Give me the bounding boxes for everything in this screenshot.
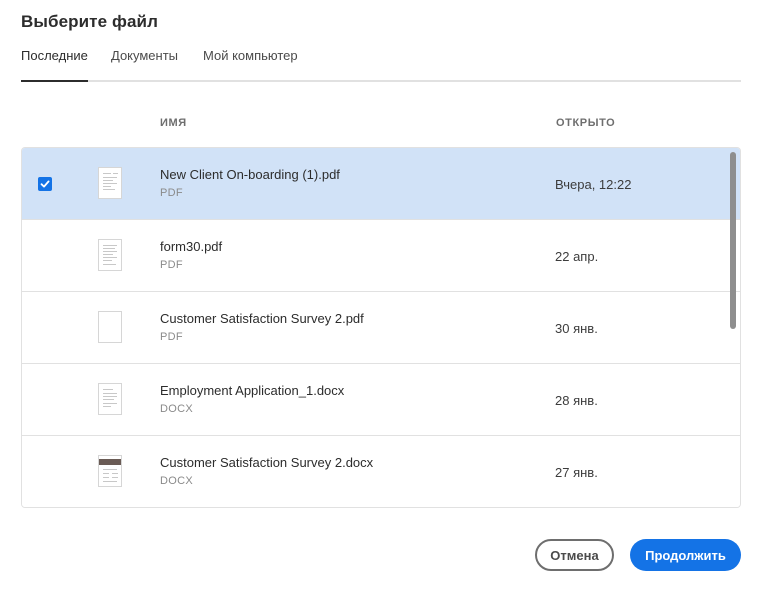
continue-button[interactable]: Продолжить [630,539,741,571]
file-name: form30.pdf [160,239,223,254]
file-row[interactable]: New Client On-boarding (1).pdf PDF Вчера… [22,148,740,220]
file-name: New Client On-boarding (1).pdf [160,167,340,182]
file-name: Customer Satisfaction Survey 2.pdf [160,311,364,326]
document-thumbnail-icon [98,383,122,415]
file-row[interactable]: form30.pdf PDF 22 апр. [22,220,740,292]
document-thumbnail-icon [98,455,122,487]
file-opened-date: Вчера, 12:22 [555,177,632,192]
column-header-name[interactable]: ИМЯ [160,117,187,129]
file-opened-date: 28 янв. [555,393,598,408]
document-thumbnail-icon [98,167,122,199]
document-thumbnail-icon [98,311,122,343]
tab-recent[interactable]: Последние [21,48,88,82]
cancel-button[interactable]: Отмена [535,539,614,571]
file-row[interactable]: Customer Satisfaction Survey 2.pdf PDF 3… [22,292,740,364]
column-header-opened[interactable]: ОТКРЫТО [556,117,615,129]
file-type: PDF [160,331,183,343]
file-type: DOCX [160,475,193,487]
list-scrollbar[interactable] [730,152,736,329]
file-type: PDF [160,187,183,199]
document-thumbnail-icon [98,239,122,271]
tab-my-computer[interactable]: Мой компьютер [203,48,298,82]
file-opened-date: 27 янв. [555,465,598,480]
tab-bar: Последние Документы Мой компьютер [21,48,741,82]
checkmark-icon [40,180,50,188]
dialog-title: Выберите файл [21,12,158,31]
tab-documents[interactable]: Документы [111,48,178,82]
file-list: New Client On-boarding (1).pdf PDF Вчера… [21,147,741,508]
file-opened-date: 22 апр. [555,249,599,264]
file-type: DOCX [160,403,193,415]
file-name: Customer Satisfaction Survey 2.docx [160,455,374,470]
file-row[interactable]: Customer Satisfaction Survey 2.docx DOCX… [22,436,740,507]
file-opened-date: 30 янв. [555,321,598,336]
file-name: Employment Application_1.docx [160,383,345,398]
row-checkbox[interactable] [38,177,52,191]
file-type: PDF [160,259,183,271]
file-row[interactable]: Employment Application_1.docx DOCX 28 ян… [22,364,740,436]
